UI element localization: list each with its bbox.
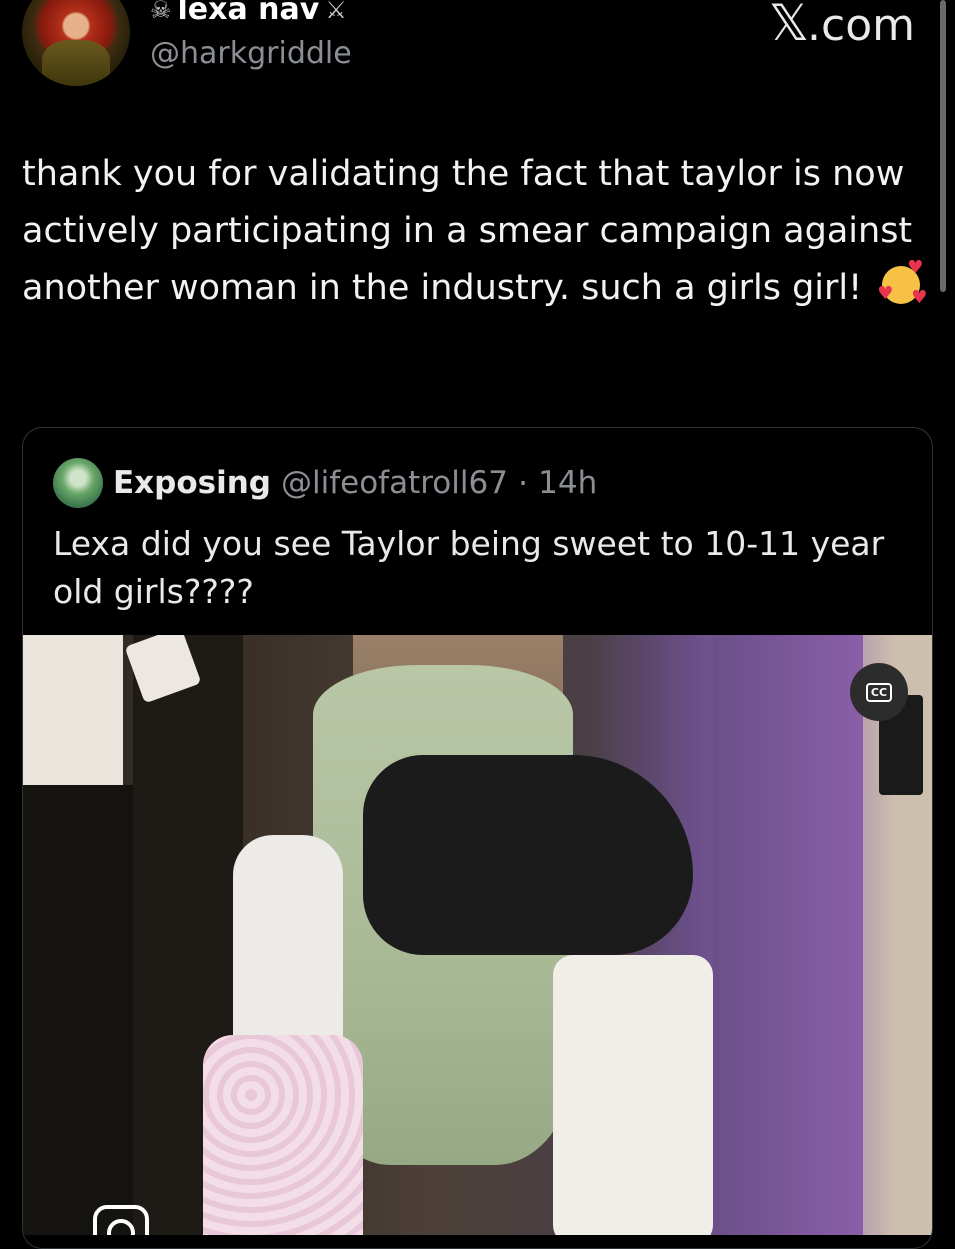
scrollbar-thumb[interactable]	[940, 0, 946, 292]
video-media[interactable]: CC	[23, 635, 932, 1235]
author-display-name[interactable]: lexa nav	[178, 0, 320, 27]
avatar-body-shape	[42, 40, 110, 86]
quote-author-name[interactable]: Exposing	[113, 465, 271, 501]
x-brand-watermark: 𝕏 .com	[769, 0, 915, 52]
post-body: thank you for validating the fact that t…	[22, 146, 937, 317]
left-person-white-shirt	[23, 635, 123, 795]
post-text: thank you for validating the fact that t…	[22, 154, 913, 308]
quote-author-handle[interactable]: @lifeofatroll67	[281, 465, 508, 501]
instagram-icon	[93, 1205, 149, 1235]
author-avatar[interactable]	[22, 0, 130, 86]
child-floral-skirt	[203, 1035, 363, 1235]
skull-icon: ☠	[150, 0, 172, 24]
quote-separator: ·	[517, 464, 529, 502]
child-white-shirt	[233, 835, 343, 1055]
left-person-dark-pants	[23, 785, 143, 1235]
brand-domain: .com	[807, 0, 915, 51]
swords-icon: ⚔	[325, 0, 347, 24]
quote-avatar-image[interactable]	[53, 458, 103, 508]
purple-door	[713, 635, 863, 1235]
quoted-post-card[interactable]: Exposing @lifeofatroll67 · 14h Lexa did …	[22, 427, 933, 1249]
quote-text: Lexa did you see Taylor being sweet to 1…	[53, 524, 885, 611]
smiling-face-with-hearts-emoji: ♥ ♥ ♥	[877, 257, 928, 308]
quoted-post-header: Exposing @lifeofatroll67 · 14h	[53, 458, 597, 508]
captions-icon: CC	[865, 682, 893, 702]
author-handle[interactable]: @harkgriddle	[150, 36, 352, 71]
x-logo-icon: 𝕏	[768, 0, 809, 52]
white-pants	[553, 955, 713, 1235]
dark-sweater-arm	[363, 755, 693, 955]
captions-button[interactable]: CC	[850, 663, 908, 721]
quote-timestamp[interactable]: 14h	[538, 465, 597, 501]
author-name-row[interactable]: ☠ lexa nav ⚔	[150, 0, 347, 27]
